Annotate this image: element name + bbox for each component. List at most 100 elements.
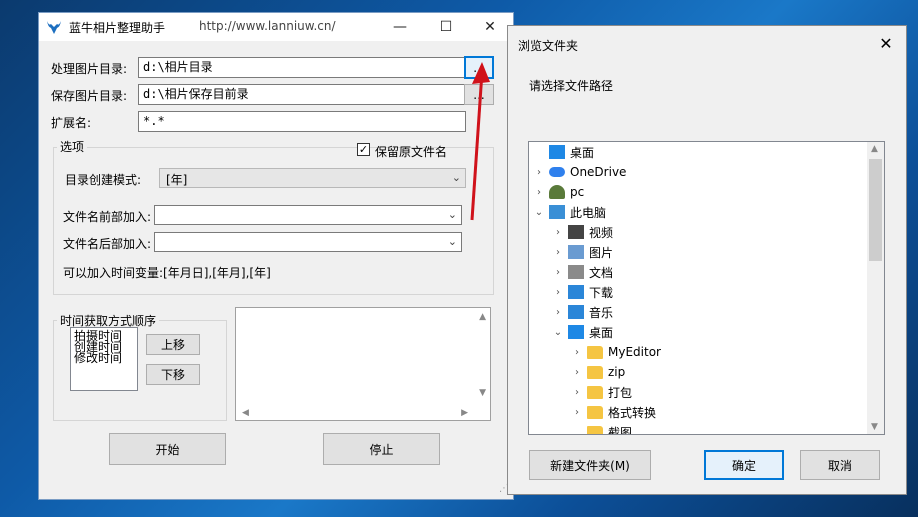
move-up-button[interactable]: 上移 (146, 334, 200, 355)
tree-item[interactable]: › 下载 (552, 282, 613, 302)
chevron-right-icon[interactable]: › (571, 407, 583, 418)
tree-item-label: 打包 (608, 385, 633, 400)
window-url: http://www.lanniuw.cn/ (199, 19, 336, 33)
tree-item-label: zip (608, 365, 626, 379)
tree-item[interactable]: 桌面 (533, 142, 594, 162)
time-var-hint: 可以加入时间变量:[年月日],[年月],[年] (63, 266, 271, 280)
folder-icon (587, 365, 603, 379)
save-dir-input[interactable]: d:\相片保存目前录 (138, 84, 466, 105)
scroll-right-icon[interactable]: ▶ (461, 408, 468, 418)
user-icon (549, 185, 565, 199)
chevron-right-icon[interactable]: › (571, 347, 583, 358)
source-dir-label: 处理图片目录: (51, 62, 128, 76)
tree-item-label: MyEditor (608, 345, 661, 359)
cloud-icon (549, 167, 565, 177)
dir-mode-value: [年] (166, 173, 188, 187)
desktop-icon (568, 325, 584, 339)
tree-item[interactable]: › 音乐 (552, 302, 613, 322)
new-folder-button[interactable]: 新建文件夹(M) (529, 450, 651, 480)
chevron-right-icon[interactable]: › (552, 287, 564, 298)
chevron-down-icon: ⌄ (447, 208, 457, 221)
window-title: 蓝牛相片整理助手 (69, 21, 166, 35)
suffix-combo[interactable]: ⌄ (154, 232, 462, 252)
tree-item[interactable]: › MyEditor (571, 342, 661, 362)
list-item[interactable]: 修改时间 (71, 352, 137, 364)
options-group-title: 选项 (57, 138, 88, 155)
picture-icon (568, 245, 584, 259)
maximize-button[interactable]: ☐ (423, 13, 469, 41)
tree-item-label: 格式转换 (608, 405, 657, 420)
video-icon (568, 225, 584, 239)
log-textarea[interactable]: ▲ ▼ ◀ ▶ (235, 307, 491, 421)
chevron-right-icon[interactable]: › (533, 187, 545, 198)
chevron-right-icon[interactable]: › (571, 367, 583, 378)
source-dir-input[interactable]: d:\相片目录 (138, 57, 466, 78)
main-window: 蓝牛相片整理助手 http://www.lanniuw.cn/ — ☐ ✕ 处理… (38, 12, 514, 500)
tree-item[interactable]: › 文档 (552, 262, 613, 282)
tree-item[interactable]: › OneDrive (533, 162, 626, 182)
scroll-thumb[interactable] (869, 159, 882, 261)
folder-tree[interactable]: 桌面 › OneDrive › pc ⌄ 此电脑 › 视频 › 图片 › 文档 › 下载 › 音乐 ⌄ 桌面 › MyE… (528, 141, 885, 435)
dialog-prompt: 请选择文件路径 (529, 79, 614, 93)
scroll-left-icon[interactable]: ◀ (242, 408, 249, 418)
download-icon (568, 285, 584, 299)
move-down-button[interactable]: 下移 (146, 364, 200, 385)
tree-item[interactable]: › 图片 (552, 242, 613, 262)
scroll-up-icon[interactable]: ▲ (871, 144, 878, 154)
keep-name-checkbox[interactable]: ✓ (357, 143, 370, 156)
close-icon[interactable]: ✕ (866, 26, 906, 60)
tree-item-label: 图片 (589, 245, 614, 260)
red-arrow-pointer (470, 62, 490, 221)
dialog-title: 浏览文件夹 (518, 39, 579, 53)
folder-icon (587, 425, 603, 434)
scroll-down-icon[interactable]: ▼ (479, 388, 486, 398)
keep-name-label: 保留原文件名 (375, 145, 448, 159)
tree-item[interactable]: ⌄ 桌面 (552, 322, 613, 342)
ext-label: 扩展名: (51, 116, 92, 130)
chevron-right-icon[interactable]: › (533, 167, 545, 178)
tree-item[interactable]: › zip (571, 362, 625, 382)
tree-item-label: 此电脑 (570, 205, 607, 220)
ext-input[interactable]: *.* (138, 111, 466, 132)
dir-mode-select[interactable]: [年] ⌄ (159, 168, 466, 188)
prefix-label: 文件名前部加入: (63, 210, 152, 224)
tree-item-label: pc (570, 185, 585, 199)
tree-item[interactable]: ⌄ 此电脑 (533, 202, 606, 222)
chevron-down-icon[interactable]: ⌄ (552, 327, 564, 338)
cancel-button[interactable]: 取消 (800, 450, 880, 480)
computer-icon (549, 205, 565, 219)
chevron-down-icon: ⌄ (447, 235, 457, 248)
tree-item-label: 桌面 (589, 325, 614, 340)
ok-button[interactable]: 确定 (704, 450, 784, 480)
chevron-right-icon[interactable]: › (552, 267, 564, 278)
prefix-combo[interactable]: ⌄ (154, 205, 462, 225)
scroll-down-icon[interactable]: ▼ (871, 422, 878, 432)
tree-item-label: 文档 (589, 265, 614, 280)
browse-folder-dialog: 浏览文件夹 ✕ 请选择文件路径 桌面 › OneDrive › pc ⌄ 此电脑 › 视频 › 图片… (507, 25, 907, 495)
stop-button[interactable]: 停止 (323, 433, 440, 465)
time-order-list[interactable]: 拍摄时间 创建时间 修改时间 (70, 327, 138, 391)
chevron-right-icon[interactable]: › (552, 307, 564, 318)
tree-item[interactable]: › 格式转换 (571, 402, 656, 422)
suffix-label: 文件名后部加入: (63, 237, 152, 251)
tree-item[interactable]: › 视频 (552, 222, 613, 242)
document-icon (568, 265, 584, 279)
tree-item[interactable]: 截图 (571, 422, 633, 435)
main-titlebar[interactable]: 蓝牛相片整理助手 http://www.lanniuw.cn/ — ☐ ✕ (39, 13, 513, 41)
scroll-up-icon[interactable]: ▲ (479, 312, 486, 322)
chevron-right-icon[interactable]: › (571, 387, 583, 398)
tree-item[interactable]: › pc (533, 182, 584, 202)
dir-mode-label: 目录创建模式: (65, 173, 142, 187)
chevron-down-icon[interactable]: ⌄ (533, 207, 545, 218)
tree-scrollbar[interactable]: ▲ ▼ (867, 142, 884, 434)
start-button[interactable]: 开始 (109, 433, 226, 465)
tree-item[interactable]: › 打包 (571, 382, 632, 402)
chevron-right-icon[interactable]: › (552, 247, 564, 258)
bull-logo-icon (47, 21, 61, 34)
desktop-icon (549, 145, 565, 159)
tree-item-label: 截图 (608, 425, 633, 435)
minimize-button[interactable]: — (377, 13, 423, 41)
folder-icon (587, 385, 603, 399)
chevron-right-icon[interactable]: › (552, 227, 564, 238)
music-icon (568, 305, 584, 319)
